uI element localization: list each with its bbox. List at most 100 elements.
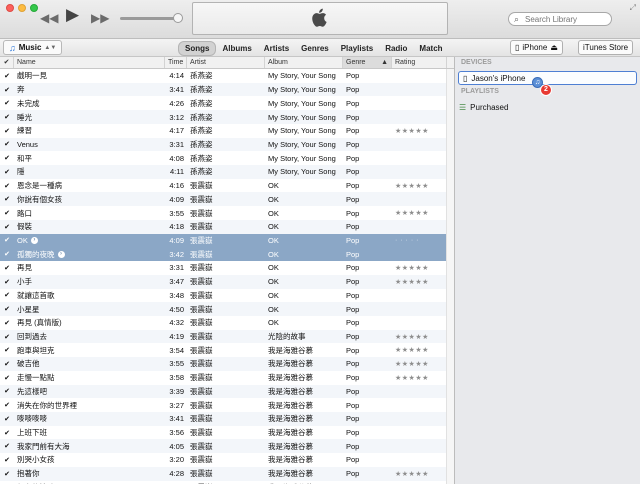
row-checkbox[interactable]: ✔ — [0, 140, 14, 148]
table-row[interactable]: ✔ 消失在你的世界裡 3:27 張震嶽 我是海雅谷慕 Pop — [0, 398, 454, 412]
song-rating[interactable]: ★★★★★ — [392, 127, 447, 135]
table-row[interactable]: ✔ 孤獨的夜晚 › 3:42 張震嶽 OK Pop — [0, 247, 454, 262]
tab-albums[interactable]: Albums — [216, 42, 257, 55]
song-rating[interactable]: ★★★★★ — [392, 264, 447, 272]
row-checkbox[interactable]: ✔ — [0, 360, 14, 368]
table-row[interactable]: ✔ 小手 3:47 張震嶽 OK Pop ★★★★★ — [0, 274, 454, 289]
song-rating[interactable]: ★★★★★ — [392, 333, 447, 341]
table-row[interactable]: ✔無名的情歌4:04張震嶽我是海雅谷慕Pop — [0, 480, 454, 484]
table-row[interactable]: ✔ 睡光 3:12 孫燕姿 My Story, Your Song Pop — [0, 110, 454, 124]
song-rating[interactable]: ★★★★★ — [392, 360, 447, 368]
song-rating[interactable]: ★★★★★ — [392, 470, 447, 478]
row-checkbox[interactable]: ✔ — [0, 209, 14, 217]
volume-slider-track[interactable] — [120, 17, 180, 20]
column-header-time[interactable]: Time — [165, 57, 187, 68]
table-row[interactable]: ✔ 未完成 4:26 孫燕姿 My Story, Your Song Pop — [0, 96, 454, 111]
close-window-button[interactable] — [6, 4, 14, 12]
table-row[interactable]: ✔ 小星星 4:50 張震嶽 OK Pop — [0, 302, 454, 316]
table-row[interactable]: ✔ 戲明一見 4:14 孫燕姿 My Story, Your Song Pop — [0, 69, 454, 83]
previous-track-icon[interactable]: ◀◀ — [40, 12, 58, 24]
song-rating[interactable]: ★★★★★ — [392, 209, 447, 217]
row-checkbox[interactable]: ✔ — [0, 250, 14, 258]
vertical-scrollbar[interactable] — [446, 69, 454, 484]
table-row[interactable]: ✔ Venus 3:31 孫燕姿 My Story, Your Song Pop — [0, 137, 454, 152]
row-checkbox[interactable]: ✔ — [0, 86, 14, 94]
row-checkbox[interactable]: ✔ — [0, 182, 14, 190]
fullscreen-icon[interactable]: ⤢ — [630, 3, 636, 13]
row-checkbox[interactable]: ✔ — [0, 154, 14, 162]
row-checkbox[interactable]: ✔ — [0, 72, 14, 80]
row-checkbox[interactable]: ✔ — [0, 291, 14, 299]
table-row[interactable]: ✔ 再見 3:31 張震嶽 OK Pop ★★★★★ — [0, 261, 454, 275]
row-checkbox[interactable]: ✔ — [0, 346, 14, 354]
table-row[interactable]: ✔ OK › 4:09 張震嶽 OK Pop · · · · · — [0, 233, 454, 248]
row-checkbox[interactable]: ✔ — [0, 305, 14, 313]
volume-slider-knob[interactable] — [173, 13, 183, 23]
tab-match[interactable]: Match — [413, 42, 448, 55]
table-row[interactable]: ✔ 和平 4:08 孫燕姿 My Story, Your Song Pop — [0, 151, 454, 166]
row-checkbox[interactable]: ✔ — [0, 456, 14, 464]
table-row[interactable]: ✔ 先這樣吧 3:39 張震嶽 我是海雅谷慕 Pop — [0, 384, 454, 399]
column-header-genre[interactable]: Genre ▲ — [343, 57, 392, 68]
tab-genres[interactable]: Genres — [295, 42, 335, 55]
tab-artists[interactable]: Artists — [258, 42, 295, 55]
row-checkbox[interactable]: ✔ — [0, 168, 14, 176]
row-checkbox[interactable]: ✔ — [0, 319, 14, 327]
table-row[interactable]: ✔ 上班下班 3:56 張震嶽 我是海雅谷慕 Pop — [0, 425, 454, 440]
row-checkbox[interactable]: ✔ — [0, 374, 14, 382]
row-checkbox[interactable]: ✔ — [0, 429, 14, 437]
row-checkbox[interactable]: ✔ — [0, 333, 14, 341]
column-header-rating[interactable]: Rating — [392, 57, 447, 68]
tab-songs[interactable]: Songs — [178, 41, 217, 56]
table-row[interactable]: ✔ 抱著你 4:28 張震嶽 我是海雅谷慕 Pop ★★★★★ — [0, 466, 454, 481]
song-rating[interactable]: ★★★★★ — [392, 346, 447, 354]
zoom-window-button[interactable] — [30, 4, 38, 12]
table-row[interactable]: ✔ 再見 (真情版) 4:32 張震嶽 OK Pop — [0, 315, 454, 330]
table-row[interactable]: ✔ 路口 3:55 張震嶽 OK Pop ★★★★★ — [0, 206, 454, 220]
minimize-window-button[interactable] — [18, 4, 26, 12]
table-row[interactable]: ✔ 走慢一點點 3:58 張震嶽 我是海雅谷慕 Pop ★★★★★ — [0, 370, 454, 385]
table-row[interactable]: ✔ 恩念是一種病 4:16 張震嶽 OK Pop ★★★★★ — [0, 178, 454, 193]
row-checkbox[interactable]: ✔ — [0, 442, 14, 450]
search-input[interactable] — [525, 14, 609, 24]
column-header-artist[interactable]: Artist — [187, 57, 265, 68]
row-checkbox[interactable]: ✔ — [0, 415, 14, 423]
play-icon[interactable]: ▶ — [66, 6, 79, 23]
row-checkbox[interactable]: ✔ — [0, 195, 14, 203]
song-rating[interactable]: ★★★★★ — [392, 374, 447, 382]
iphone-device-button[interactable]: ▯ iPhone ⏏ — [510, 40, 563, 55]
library-selector[interactable]: ♫ Music ▲▼ — [3, 40, 63, 55]
row-checkbox[interactable]: ✔ — [0, 387, 14, 395]
tab-radio[interactable]: Radio — [379, 42, 413, 55]
table-row[interactable]: ✔ 就讓這首歌 3:48 張震嶽 OK Pop — [0, 288, 454, 303]
column-header-check[interactable]: ✔ — [0, 57, 14, 68]
row-checkbox[interactable]: ✔ — [0, 401, 14, 409]
table-row[interactable]: ✔ 假裝 4:18 張震嶽 OK Pop — [0, 219, 454, 234]
row-checkbox[interactable]: ✔ — [0, 236, 14, 244]
itunes-store-button[interactable]: iTunes Store — [578, 40, 634, 55]
row-checkbox[interactable]: ✔ — [0, 278, 14, 286]
table-row[interactable]: ✔ 隱 4:11 孫燕姿 My Story, Your Song Pop — [0, 165, 454, 179]
table-row[interactable]: ✔ 回到過去 4:19 張震嶽 光陰的故事 Pop ★★★★★ — [0, 329, 454, 344]
row-checkbox[interactable]: ✔ — [0, 113, 14, 121]
chevron-right-icon[interactable]: › — [57, 250, 65, 258]
eject-icon[interactable]: ⏏ — [550, 43, 558, 52]
row-checkbox[interactable]: ✔ — [0, 470, 14, 478]
song-rating[interactable]: ★★★★★ — [392, 182, 447, 190]
column-header-album[interactable]: Album — [265, 57, 343, 68]
row-checkbox[interactable]: ✔ — [0, 223, 14, 231]
row-checkbox[interactable]: ✔ — [0, 99, 14, 107]
table-row[interactable]: ✔ 破吉他 3:55 張震嶽 我是海雅谷慕 Pop ★★★★★ — [0, 357, 454, 371]
table-row[interactable]: ✔ 跑車與坦克 3:54 張震嶽 我是海雅谷慕 Pop ★★★★★ — [0, 343, 454, 358]
tab-playlists[interactable]: Playlists — [335, 42, 379, 55]
next-track-icon[interactable]: ▶▶ — [91, 12, 109, 24]
table-row[interactable]: ✔ 嘜嘜嘜嘜 3:41 張震嶽 我是海雅谷慕 Pop — [0, 411, 454, 426]
row-checkbox[interactable]: ✔ — [0, 264, 14, 272]
column-header-name[interactable]: Name — [14, 57, 165, 68]
device-item-jasons-iphone[interactable]: ▯ Jason's iPhone — [458, 71, 637, 85]
song-rating[interactable]: · · · · · — [392, 237, 447, 244]
row-checkbox[interactable]: ✔ — [0, 127, 14, 135]
table-row[interactable]: ✔ 練習 4:17 孫燕姿 My Story, Your Song Pop ★★★★★ — [0, 123, 454, 138]
song-rating[interactable]: ★★★★★ — [392, 278, 447, 286]
chevron-right-icon[interactable]: › — [30, 236, 38, 244]
